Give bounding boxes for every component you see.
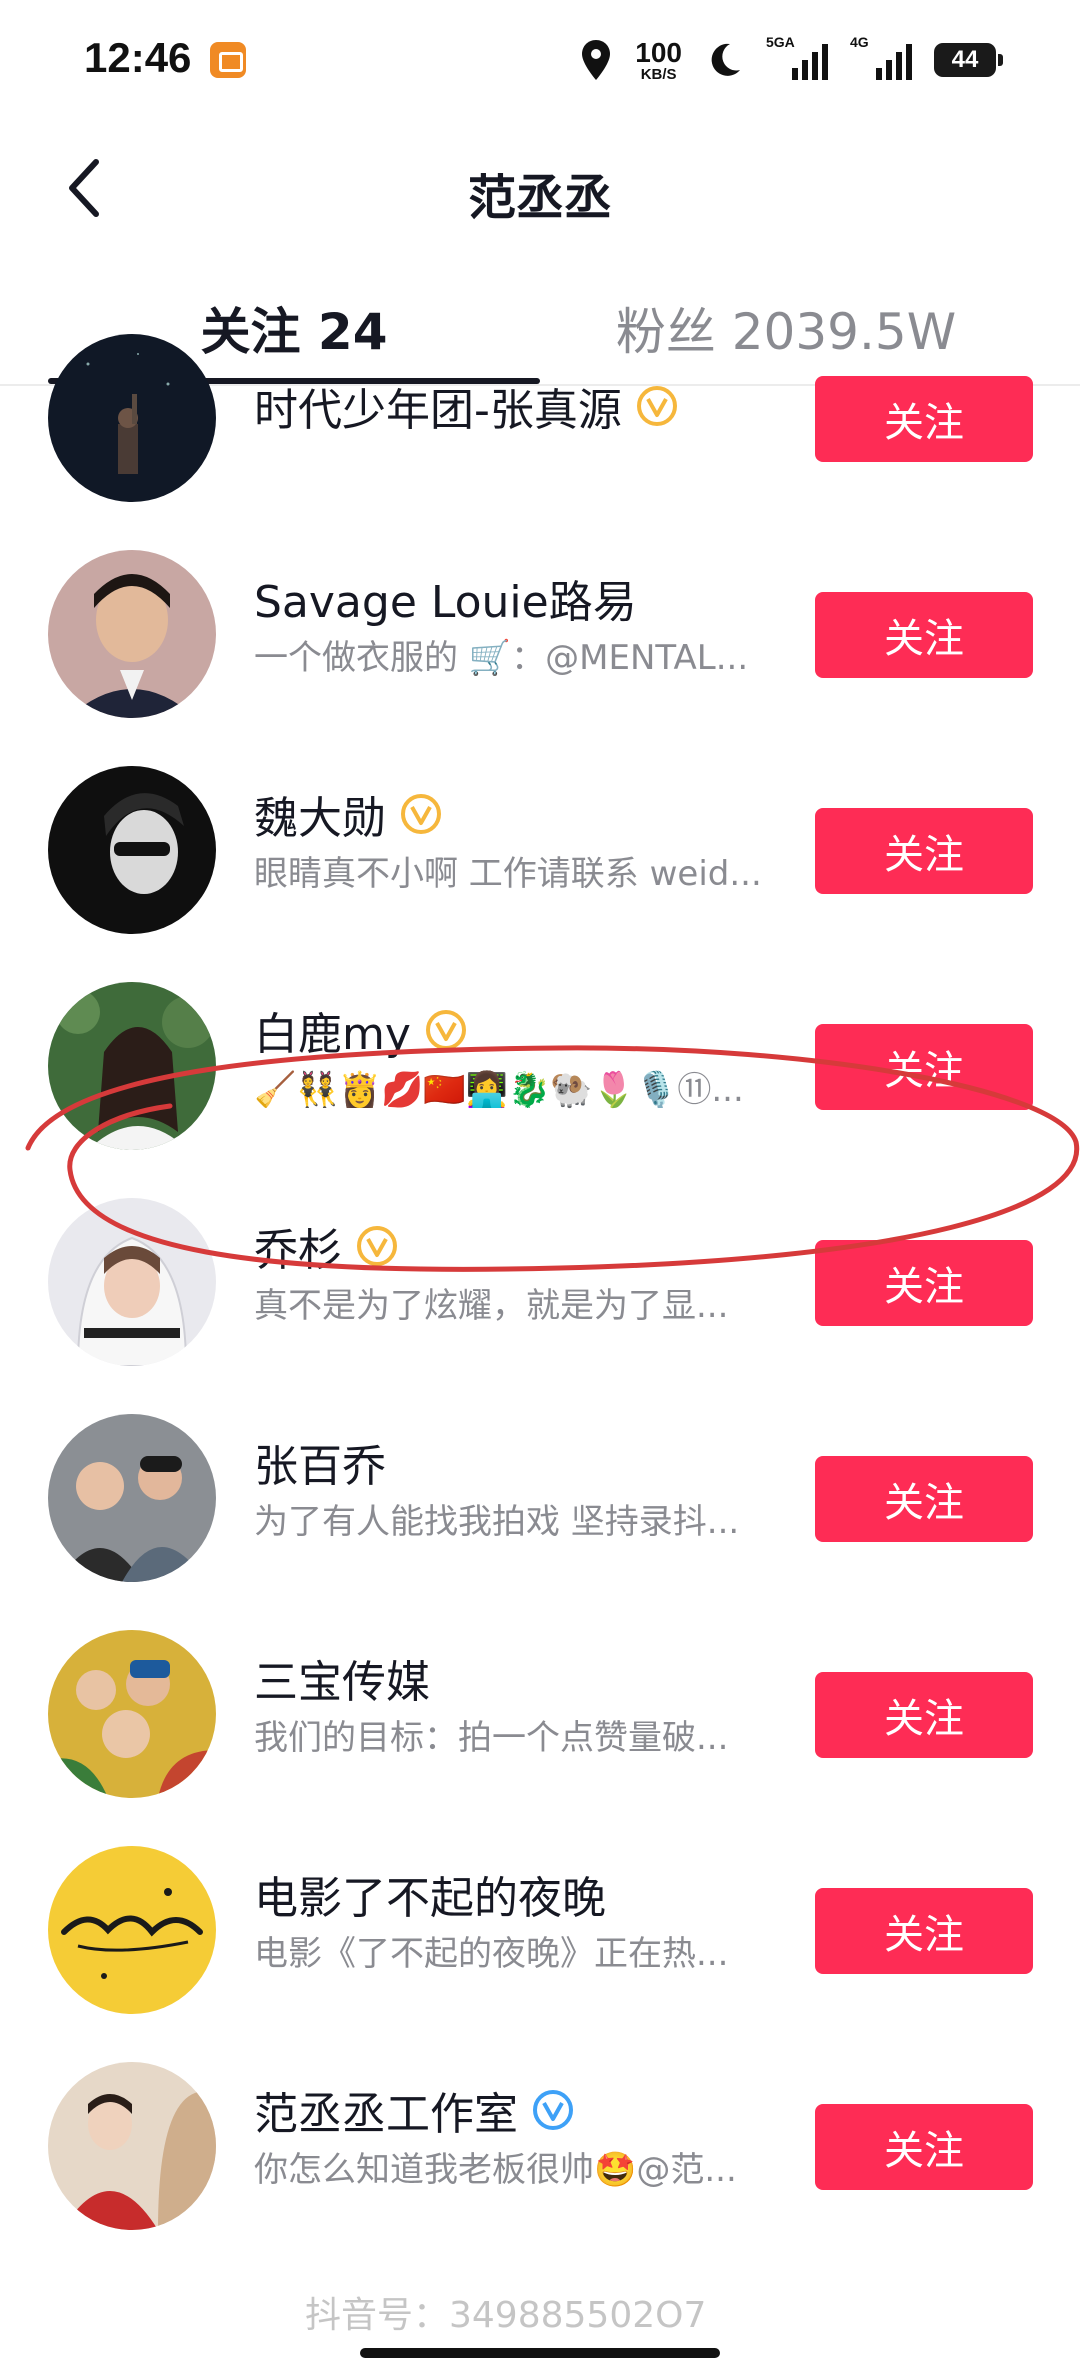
user-name[interactable]: 电影了不起的夜晚	[254, 1862, 606, 1926]
list-item[interactable]: 三宝传媒 我们的目标：拍一个点赞量破... 关注	[0, 1586, 1080, 1802]
user-name[interactable]: 时代少年团-张真源	[254, 374, 622, 438]
user-bio: 我们的目标：拍一个点赞量破...	[254, 1718, 729, 1758]
list-item[interactable]: 乔杉 真不是为了炫耀，就是为了显... 关注	[0, 1154, 1080, 1370]
verified-badge-icon	[636, 386, 677, 426]
list-item[interactable]: 时代少年团-张真源 关注	[0, 290, 1080, 506]
status-time: 12:46	[84, 34, 192, 81]
douyin-id-watermark: 抖音号：349885502O7	[305, 2295, 707, 2336]
user-name[interactable]: Savage Louie路易	[254, 566, 637, 630]
sim1-label: 5GA	[766, 34, 795, 50]
home-indicator[interactable]	[360, 2348, 720, 2358]
follow-button[interactable]: 关注	[815, 1240, 1033, 1326]
user-bio: 电影《了不起的夜晚》正在热...	[254, 1934, 729, 1974]
follow-button[interactable]: 关注	[815, 1456, 1033, 1542]
battery-level: 44	[951, 46, 979, 73]
verified-badge-icon	[357, 1226, 397, 1266]
follow-button[interactable]: 关注	[815, 592, 1033, 678]
avatar[interactable]	[48, 1198, 216, 1366]
page-title: 范丞丞	[467, 170, 612, 226]
avatar[interactable]	[48, 334, 216, 502]
battery-icon: 44	[934, 43, 1003, 77]
signal-icon-sim1: 5GA	[766, 34, 828, 80]
avatar[interactable]	[48, 1846, 216, 2014]
avatar[interactable]	[48, 766, 216, 934]
follow-button[interactable]: 关注	[815, 1672, 1033, 1758]
user-bio: 眼睛真不小啊 工作请联系 weid...	[254, 854, 762, 894]
list-item[interactable]: 电影了不起的夜晚 电影《了不起的夜晚》正在热... 关注	[0, 1802, 1080, 2018]
location-icon	[582, 40, 611, 80]
follow-button[interactable]: 关注	[815, 808, 1033, 894]
avatar[interactable]	[48, 1414, 216, 1582]
user-bio: 真不是为了炫耀，就是为了显...	[254, 1286, 729, 1326]
do-not-disturb-moon-icon	[711, 43, 740, 76]
user-name[interactable]: 张百乔	[254, 1430, 386, 1494]
verified-badge-icon	[533, 2090, 573, 2130]
list-item[interactable]: 白鹿my 🧹👯👸💋🇨🇳👩‍💻🐉🐏🌷🎙️⑪... 关注	[0, 938, 1080, 1154]
verified-badge-icon	[401, 794, 441, 834]
user-bio: 一个做衣服的 🛒：@MENTAL...	[254, 638, 749, 678]
user-name[interactable]: 范丞丞工作室	[254, 2078, 518, 2142]
user-name[interactable]: 乔杉	[254, 1214, 342, 1278]
user-name[interactable]: 白鹿my	[254, 998, 411, 1062]
status-bar: 12:46 100 KB/S 5GA 4G 44	[0, 0, 1080, 120]
list-item[interactable]: 魏大勋 眼睛真不小啊 工作请联系 weid... 关注	[0, 722, 1080, 938]
follow-button[interactable]: 关注	[815, 376, 1033, 462]
sim2-label: 4G	[850, 34, 869, 50]
list-item[interactable]: 范丞丞工作室 你怎么知道我老板很帅🤩@范... 关注	[0, 2018, 1080, 2234]
avatar[interactable]	[48, 982, 216, 1150]
signal-icon-sim2: 4G	[850, 34, 912, 80]
follow-button[interactable]: 关注	[815, 1024, 1033, 1110]
user-name[interactable]: 三宝传媒	[254, 1646, 430, 1710]
user-bio: 🧹👯👸💋🇨🇳👩‍💻🐉🐏🌷🎙️⑪...	[254, 1070, 744, 1110]
user-bio: 为了有人能找我拍戏 坚持录抖...	[254, 1502, 740, 1542]
avatar[interactable]	[48, 1630, 216, 1798]
network-speed-value: 100	[635, 36, 682, 68]
list-item[interactable]: Savage Louie路易 一个做衣服的 🛒：@MENTAL... 关注	[0, 506, 1080, 722]
verified-badge-icon	[425, 1010, 466, 1050]
list-item[interactable]: 张百乔 为了有人能找我拍戏 坚持录抖... 关注	[0, 1370, 1080, 1586]
network-speed: 100 KB/S	[635, 36, 682, 83]
user-name[interactable]: 魏大勋	[254, 782, 386, 846]
follow-button[interactable]: 关注	[815, 1888, 1033, 1974]
avatar[interactable]	[48, 550, 216, 718]
network-speed-unit: KB/S	[640, 65, 677, 83]
notification-app-icon	[210, 42, 246, 78]
follow-button[interactable]: 关注	[815, 2104, 1033, 2190]
user-bio: 你怎么知道我老板很帅🤩@范...	[254, 2150, 737, 2190]
avatar[interactable]	[48, 2062, 216, 2230]
